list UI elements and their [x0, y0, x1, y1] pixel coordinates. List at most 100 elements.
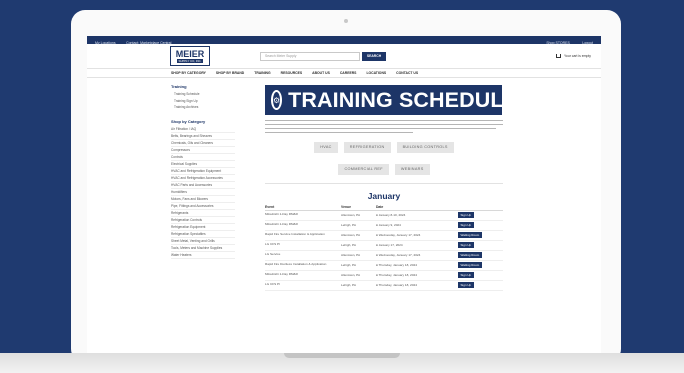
sidebar-category-item[interactable]: Refrigeration Equipment — [171, 224, 235, 231]
event-venue: Lehigh, PA — [341, 280, 376, 291]
event-date: ● Thursday, January 18, 2024 — [375, 280, 458, 291]
event-date: ● Wednesday, January 17, 2024 — [375, 250, 458, 261]
sign-up-button[interactable]: Sign Up — [457, 221, 475, 229]
main-content: ⚙ TRAINING SCHEDULE HVAC REFRIGERATION B… — [265, 85, 518, 291]
nav-resources[interactable]: RESOURCES — [281, 71, 302, 75]
contact-link[interactable]: Contact: Marketplace Central — [126, 41, 171, 45]
sidebar-category-item[interactable]: Pipe, Fittings and Accessories — [171, 203, 235, 210]
logo-wordmark: MEIER — [175, 48, 205, 59]
sidebar-category-title: Shop by Category — [171, 118, 206, 124]
cart-icon — [555, 54, 561, 58]
table-row: Mitsubishi 1-Day RM&R Allentown, PA ● Ja… — [265, 210, 503, 221]
section-divider — [265, 183, 503, 185]
filter-row-primary: HVAC REFRIGERATION BUILDING CONTROLS — [265, 142, 503, 154]
sidebar-category-item[interactable]: Tools, Meters and Machine Supplies — [171, 245, 235, 252]
table-row: Mitsubishi 1-Day RM&R Lehigh, PA ● Janua… — [265, 220, 503, 231]
logout-link[interactable]: Logout — [582, 41, 593, 45]
nav-shop-by-brand[interactable]: SHOP BY BRAND — [216, 71, 244, 75]
training-banner: ⚙ TRAINING SCHEDULE — [265, 85, 518, 115]
table-row: LG CFS PI Lehigh, PA ● January 17, 2024 … — [265, 240, 503, 251]
event-name: LG Service — [265, 250, 341, 261]
event-date: ● January 17, 2024 — [375, 240, 458, 251]
event-name: Mitsubishi 1-Day RM&R — [265, 210, 341, 221]
page-title: TRAINING SCHEDULE — [288, 87, 519, 112]
search-input[interactable]: Search Meier Supply — [260, 51, 360, 61]
sign-up-button[interactable]: Sign Up — [457, 281, 475, 289]
nav-about-us[interactable]: ABOUT US — [312, 71, 330, 75]
waiting-room-button[interactable]: Waiting Room — [457, 261, 483, 269]
sidebar-category-item[interactable]: Compressors — [171, 147, 235, 154]
laptop-base — [0, 353, 684, 373]
main-nav: SHOP BY CATEGORY SHOP BY BRAND TRAINING … — [87, 68, 601, 78]
event-name: Mitsubishi 1-Day RM&R — [265, 220, 341, 231]
filter-row-secondary: COMMERCIAL REF WEBINARS — [265, 164, 503, 176]
sidebar-category-item[interactable]: Water Heaters — [171, 252, 235, 259]
sidebar-training-title: Training — [171, 84, 187, 89]
logo-tagline: SUPPLY CO, INC. — [176, 58, 204, 63]
intro-paragraph — [265, 120, 503, 134]
event-name: Rapid Fire Service Installation & Applic… — [265, 230, 341, 241]
cart-label: Your cart is empty — [563, 54, 591, 58]
cart[interactable]: Your cart is empty — [555, 54, 591, 58]
event-venue: Allentown, PA — [341, 210, 376, 221]
nav-locations[interactable]: LOCATIONS — [366, 71, 386, 75]
sidebar-category-item[interactable]: Belts, Bearings and Sheaves — [171, 133, 235, 140]
nav-shop-by-category[interactable]: SHOP BY CATEGORY — [171, 71, 206, 75]
sign-up-button[interactable]: Sign Up — [457, 241, 475, 249]
sidebar-category-item[interactable]: HVAC Parts and Accessories — [171, 182, 235, 189]
event-name: Rapid Fire Ductless Installation & Appli… — [265, 260, 341, 271]
sidebar-category-item[interactable]: Sheet Metal, Venting and Grills — [171, 238, 235, 245]
sidebar-category-item[interactable]: Refrigeration Specialties — [171, 231, 235, 238]
sidebar-category-item[interactable]: Humidifiers — [171, 189, 235, 196]
search-button[interactable]: SEARCH — [362, 51, 386, 61]
event-date: ● Thursday, January 18, 2024 — [375, 260, 458, 271]
laptop-notch — [284, 353, 400, 358]
nav-careers[interactable]: CAREERS — [340, 71, 357, 75]
table-row: Mitsubishi 1-Day RM&R Allentown, PA ● Th… — [265, 270, 503, 281]
filter-building-controls-button[interactable]: BUILDING CONTROLS — [396, 142, 454, 154]
sidebar-category-item[interactable]: Refrigeration Controls — [171, 217, 235, 224]
table-row: Rapid Fire Ductless Installation & Appli… — [265, 260, 503, 271]
sidebar-category-item[interactable]: Electrical Supplies — [171, 161, 235, 168]
sidebar-category-item[interactable]: Chemicals, Oils and Cleaners — [171, 140, 235, 147]
event-name: LG CFS PI — [265, 280, 341, 291]
nav-training[interactable]: TRAINING — [254, 71, 270, 75]
sidebar-category-item[interactable]: Controls — [171, 154, 235, 161]
my-locations-link[interactable]: My Locations — [95, 41, 116, 45]
filter-commercial-ref-button[interactable]: COMMERCIAL REF — [338, 164, 389, 176]
event-venue: Allentown, PA — [341, 270, 376, 281]
meier-logo[interactable]: MEIER SUPPLY CO, INC. — [170, 46, 210, 66]
event-venue: Lehigh, PA — [341, 220, 376, 231]
sidebar-category-item[interactable]: Air Filtration / IAQ — [171, 126, 235, 133]
sidebar-category-item[interactable]: HVAC and Refrigeration Accessories — [171, 175, 235, 182]
waiting-room-button[interactable]: Waiting Room — [457, 251, 483, 259]
event-venue: Lehigh, PA — [341, 260, 376, 271]
sign-up-button[interactable]: Sign Up — [457, 211, 475, 219]
event-date: ● January 8-10, 2024 — [375, 210, 458, 221]
event-name: LG CFS PI — [265, 240, 341, 251]
laptop-screen: My Locations Contact: Marketplace Centra… — [87, 36, 601, 353]
sidebar-category-item[interactable]: Motors, Fans and Blowers — [171, 196, 235, 203]
nav-contact-us[interactable]: CONTACT US — [396, 71, 418, 75]
waiting-room-button[interactable]: Waiting Room — [457, 231, 483, 239]
shop-stores-link[interactable]: Shop STORES — [546, 41, 569, 45]
schedule-table: Event Venue Date Mitsubishi 1-Day RM&R A… — [265, 204, 503, 291]
event-date: ● Wednesday, January 17, 2024 — [375, 230, 458, 241]
event-date: ● Thursday, January 18, 2024 — [375, 270, 458, 281]
month-heading: January — [367, 191, 401, 202]
laptop-lid: My Locations Contact: Marketplace Centra… — [71, 10, 621, 363]
sign-up-button[interactable]: Sign Up — [457, 271, 475, 279]
table-row: Rapid Fire Service Installation & Applic… — [265, 230, 503, 241]
filter-refrigeration-button[interactable]: REFRIGERATION — [343, 142, 391, 154]
webcam — [344, 19, 348, 23]
training-badge-icon: ⚙ — [271, 90, 283, 110]
filter-hvac-button[interactable]: HVAC — [314, 142, 338, 154]
utility-bar: My Locations Contact: Marketplace Centra… — [87, 36, 601, 45]
sidebar-category-item[interactable]: Refrigerants — [171, 210, 235, 217]
filter-webinars-button[interactable]: WEBINARS — [394, 164, 430, 176]
event-venue: Allentown, PA — [341, 230, 376, 241]
sidebar-category-item[interactable]: HVAC and Refrigeration Equipment — [171, 168, 235, 175]
event-date: ● January 9, 2024 — [375, 220, 458, 231]
event-venue: Allentown, PA — [341, 250, 376, 261]
event-name: Mitsubishi 1-Day RM&R — [265, 270, 341, 281]
